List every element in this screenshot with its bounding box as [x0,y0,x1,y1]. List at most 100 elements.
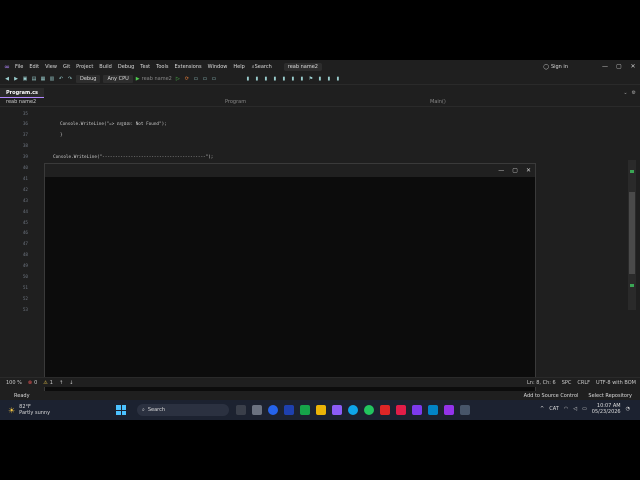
code-line[interactable]: 37} [0,131,640,141]
status-ready: Ready [14,392,30,399]
clock[interactable]: 10:07 AM 05/23/2026 [592,403,621,415]
select-repository-button[interactable]: Select Repository [588,393,632,399]
taskbar-search[interactable]: ⌕ Search [137,404,229,416]
edge-icon[interactable] [348,405,358,415]
app-icon-7[interactable] [428,405,438,415]
code-line[interactable]: 38 [0,142,640,152]
platform-select[interactable]: Any CPU [103,74,133,83]
nav-up-icon[interactable]: ↑ [59,380,63,386]
new-item-icon[interactable]: ▣ [22,76,28,82]
code-line[interactable]: 35 [0,109,640,119]
tray-chevron-icon[interactable]: ^ [540,406,544,412]
editor-vertical-scrollbar[interactable] [628,160,636,310]
toolbar-icon-f[interactable]: ▮ [263,76,269,82]
console-maximize-button[interactable]: ▢ [512,167,518,174]
battery-icon[interactable]: ▭ [582,406,587,412]
menu-extensions[interactable]: Extensions [171,64,204,70]
toolbar-icon-j[interactable]: ▮ [299,76,305,82]
menu-help[interactable]: Help [230,64,247,70]
minimize-button[interactable]: — [598,63,612,70]
youtube-icon[interactable] [396,405,406,415]
nav-project-dropdown[interactable]: reab name2 [6,99,36,105]
task-view-icon[interactable] [236,405,246,415]
close-button[interactable]: ✕ [626,63,640,70]
menu-view[interactable]: View [42,64,60,70]
console-minimize-button[interactable]: — [498,167,504,174]
toolbar-icon-c[interactable]: ▭ [211,76,217,82]
app-icon-4[interactable] [300,405,310,415]
line-number: 42 [22,187,28,193]
search-button[interactable]: ⌕ Search [252,64,272,70]
menu-git[interactable]: Git [60,64,73,70]
file-encoding[interactable]: UTF-8 with BOM [596,380,636,386]
indent-mode[interactable]: SPC [562,380,572,386]
redo-icon[interactable]: ↷ [67,76,73,82]
menu-project[interactable]: Project [73,64,96,70]
menu-build[interactable]: Build [96,64,115,70]
hot-reload-icon[interactable]: ⟳ [184,76,190,82]
nav-down-icon[interactable]: ↓ [69,380,73,386]
tab-program-cs[interactable]: Program.cs [0,88,45,98]
line-ending[interactable]: CRLF [577,380,590,386]
app-icon-2[interactable] [268,405,278,415]
toolbar-icon-l[interactable]: ▮ [326,76,332,82]
toolbar-icon-b[interactable]: ▭ [202,76,208,82]
run-button[interactable]: ▶ reab name2 [136,76,172,82]
tab-dropdown-icon[interactable]: ⌄ [623,90,627,96]
toolbar-icon-m[interactable]: ▮ [335,76,341,82]
code-line[interactable]: 39 Console.WriteLine("-------------------… [0,153,640,163]
menu-window[interactable]: Window [205,64,231,70]
console-titlebar[interactable]: — ▢ ✕ [45,164,535,177]
sign-in-button[interactable]: ◯ Sign in [543,64,568,70]
notifications-icon[interactable]: ◔ [626,406,630,412]
app-icon-1[interactable] [252,405,262,415]
scrollbar-thumb[interactable] [629,192,635,274]
save-icon[interactable]: ▦ [40,76,46,82]
bookmark-icon[interactable]: ⚑ [308,76,314,82]
error-indicator[interactable]: ⊗ 0 [28,380,37,386]
save-all-icon[interactable]: ▥ [49,76,55,82]
visual-studio-icon[interactable] [412,405,422,415]
start-without-debug-icon[interactable]: ▷ [175,76,181,82]
toolbar-icon-i[interactable]: ▮ [290,76,296,82]
menu-edit[interactable]: Edit [26,64,42,70]
toolbar-icon-k[interactable]: ▮ [317,76,323,82]
toolbar-icon-g[interactable]: ▮ [272,76,278,82]
app-icon-8[interactable] [444,405,454,415]
chrome-icon[interactable] [364,405,374,415]
undo-icon[interactable]: ↶ [58,76,64,82]
warning-indicator[interactable]: ⚠ 1 [43,380,53,386]
menu-file[interactable]: File [12,64,26,70]
config-select[interactable]: Debug [76,74,101,83]
windows-start-icon[interactable] [116,405,126,415]
nav-class-dropdown[interactable]: Program [225,99,246,105]
file-explorer-icon[interactable] [316,405,326,415]
toolbar-icon-h[interactable]: ▮ [281,76,287,82]
app-icon-3[interactable] [284,405,294,415]
add-to-source-control-button[interactable]: Add to Source Control [524,393,579,399]
maximize-button[interactable]: ▢ [612,63,626,70]
app-icon-5[interactable] [332,405,342,415]
cursor-position[interactable]: Ln: 8, Ch: 6 [527,380,556,386]
app-icon-9[interactable] [460,405,470,415]
input-language[interactable]: CAT [549,406,559,412]
visual-studio-logo-icon: ∞ [4,62,10,71]
nav-member-dropdown[interactable]: Main() [430,99,446,105]
settings-icon[interactable]: ⚙ [632,90,636,96]
code-line[interactable]: 36 Console.WriteLine("=> លទ្ធផល: Not Foun… [0,120,640,130]
app-icon-6[interactable] [380,405,390,415]
forward-icon[interactable]: ▶ [13,76,19,82]
volume-icon[interactable]: ◁ [573,406,577,412]
console-close-button[interactable]: ✕ [526,167,531,174]
menu-debug[interactable]: Debug [115,64,137,70]
menu-tools[interactable]: Tools [153,64,171,70]
weather-widget[interactable]: ☀ 82°F Partly sunny [8,404,50,416]
menu-test[interactable]: Test [137,64,153,70]
toolbar-icon-e[interactable]: ▮ [254,76,260,82]
toolbar-icon-d[interactable]: ▮ [245,76,251,82]
toolbar-icon-a[interactable]: ▭ [193,76,199,82]
back-icon[interactable]: ◀ [4,76,10,82]
zoom-level[interactable]: 100 % [6,380,22,386]
wifi-icon[interactable]: ◠ [564,406,568,412]
open-icon[interactable]: ▤ [31,76,37,82]
